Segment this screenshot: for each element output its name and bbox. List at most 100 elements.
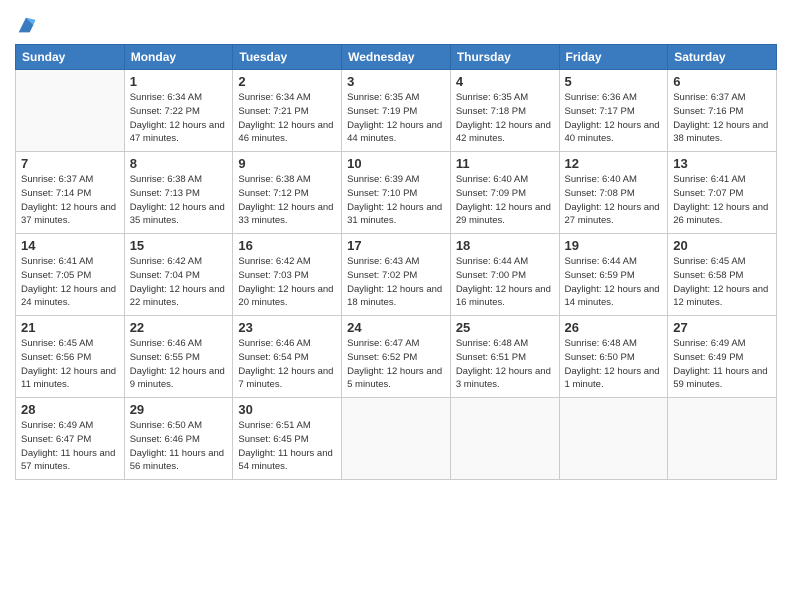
day-cell: 22 Sunrise: 6:46 AMSunset: 6:55 PMDayligh… (124, 316, 233, 398)
day-info: Sunrise: 6:36 AMSunset: 7:17 PMDaylight:… (565, 91, 663, 146)
day-info: Sunrise: 6:46 AMSunset: 6:55 PMDaylight:… (130, 337, 228, 392)
day-info: Sunrise: 6:45 AMSunset: 6:56 PMDaylight:… (21, 337, 119, 392)
day-info: Sunrise: 6:45 AMSunset: 6:58 PMDaylight:… (673, 255, 771, 310)
column-header-friday: Friday (559, 45, 668, 70)
day-info: Sunrise: 6:39 AMSunset: 7:10 PMDaylight:… (347, 173, 445, 228)
day-number: 10 (347, 156, 445, 171)
day-cell (559, 398, 668, 480)
day-cell: 1 Sunrise: 6:34 AMSunset: 7:22 PMDaylight… (124, 70, 233, 152)
day-number: 11 (456, 156, 554, 171)
day-cell (342, 398, 451, 480)
day-number: 21 (21, 320, 119, 335)
day-cell: 17Sunrise: 6:43 AMSunset: 7:02 PMDayligh… (342, 234, 451, 316)
day-cell: 30 Sunrise: 6:51 AMSunset: 6:45 PMDayligh… (233, 398, 342, 480)
day-number: 1 (130, 74, 228, 89)
day-number: 30 (238, 402, 336, 417)
day-cell: 13 Sunrise: 6:41 AMSunset: 7:07 PMDayligh… (668, 152, 777, 234)
calendar: SundayMondayTuesdayWednesdayThursdayFrid… (15, 44, 777, 480)
day-cell: 2 Sunrise: 6:34 AMSunset: 7:21 PMDaylight… (233, 70, 342, 152)
day-info: Sunrise: 6:51 AMSunset: 6:45 PMDaylight:… (238, 419, 336, 474)
day-cell: 19Sunrise: 6:44 AMSunset: 6:59 PMDayligh… (559, 234, 668, 316)
day-info: Sunrise: 6:38 AMSunset: 7:13 PMDaylight:… (130, 173, 228, 228)
day-info: Sunrise: 6:37 AMSunset: 7:14 PMDaylight:… (21, 173, 119, 228)
day-cell: 3 Sunrise: 6:35 AMSunset: 7:19 PMDaylight… (342, 70, 451, 152)
day-info: Sunrise: 6:46 AMSunset: 6:54 PMDaylight:… (238, 337, 336, 392)
day-number: 9 (238, 156, 336, 171)
day-cell: 16 Sunrise: 6:42 AMSunset: 7:03 PMDayligh… (233, 234, 342, 316)
day-number: 23 (238, 320, 336, 335)
week-row-3: 21 Sunrise: 6:45 AMSunset: 6:56 PMDayligh… (16, 316, 777, 398)
day-number: 13 (673, 156, 771, 171)
day-number: 27 (673, 320, 771, 335)
day-cell: 4 Sunrise: 6:35 AMSunset: 7:18 PMDaylight… (450, 70, 559, 152)
header (15, 10, 777, 36)
day-cell: 8 Sunrise: 6:38 AMSunset: 7:13 PMDaylight… (124, 152, 233, 234)
day-number: 5 (565, 74, 663, 89)
day-info: Sunrise: 6:41 AMSunset: 7:05 PMDaylight:… (21, 255, 119, 310)
column-header-thursday: Thursday (450, 45, 559, 70)
day-info: Sunrise: 6:48 AMSunset: 6:50 PMDaylight:… (565, 337, 663, 392)
day-cell: 26Sunrise: 6:48 AMSunset: 6:50 PMDayligh… (559, 316, 668, 398)
day-number: 29 (130, 402, 228, 417)
day-info: Sunrise: 6:35 AMSunset: 7:19 PMDaylight:… (347, 91, 445, 146)
day-cell: 11Sunrise: 6:40 AMSunset: 7:09 PMDayligh… (450, 152, 559, 234)
day-cell: 12 Sunrise: 6:40 AMSunset: 7:08 PMDayligh… (559, 152, 668, 234)
week-row-4: 28Sunrise: 6:49 AMSunset: 6:47 PMDayligh… (16, 398, 777, 480)
logo-icon (15, 14, 37, 36)
day-cell: 14Sunrise: 6:41 AMSunset: 7:05 PMDayligh… (16, 234, 125, 316)
day-cell: 10 Sunrise: 6:39 AMSunset: 7:10 PMDayligh… (342, 152, 451, 234)
day-cell: 27Sunrise: 6:49 AMSunset: 6:49 PMDayligh… (668, 316, 777, 398)
day-info: Sunrise: 6:40 AMSunset: 7:08 PMDaylight:… (565, 173, 663, 228)
day-info: Sunrise: 6:49 AMSunset: 6:47 PMDaylight:… (21, 419, 119, 474)
day-number: 2 (238, 74, 336, 89)
day-info: Sunrise: 6:47 AMSunset: 6:52 PMDaylight:… (347, 337, 445, 392)
week-row-2: 14Sunrise: 6:41 AMSunset: 7:05 PMDayligh… (16, 234, 777, 316)
day-number: 12 (565, 156, 663, 171)
day-number: 15 (130, 238, 228, 253)
page: SundayMondayTuesdayWednesdayThursdayFrid… (0, 0, 792, 612)
day-cell: 15 Sunrise: 6:42 AMSunset: 7:04 PMDayligh… (124, 234, 233, 316)
day-info: Sunrise: 6:44 AMSunset: 6:59 PMDaylight:… (565, 255, 663, 310)
day-cell: 24Sunrise: 6:47 AMSunset: 6:52 PMDayligh… (342, 316, 451, 398)
day-number: 17 (347, 238, 445, 253)
day-info: Sunrise: 6:44 AMSunset: 7:00 PMDaylight:… (456, 255, 554, 310)
day-cell: 6Sunrise: 6:37 AMSunset: 7:16 PMDaylight… (668, 70, 777, 152)
day-cell (16, 70, 125, 152)
day-number: 4 (456, 74, 554, 89)
day-info: Sunrise: 6:42 AMSunset: 7:03 PMDaylight:… (238, 255, 336, 310)
week-row-1: 7 Sunrise: 6:37 AMSunset: 7:14 PMDaylight… (16, 152, 777, 234)
day-cell (668, 398, 777, 480)
day-number: 8 (130, 156, 228, 171)
day-info: Sunrise: 6:35 AMSunset: 7:18 PMDaylight:… (456, 91, 554, 146)
day-number: 22 (130, 320, 228, 335)
day-cell: 21 Sunrise: 6:45 AMSunset: 6:56 PMDayligh… (16, 316, 125, 398)
column-header-sunday: Sunday (16, 45, 125, 70)
header-row: SundayMondayTuesdayWednesdayThursdayFrid… (16, 45, 777, 70)
day-cell: 28Sunrise: 6:49 AMSunset: 6:47 PMDayligh… (16, 398, 125, 480)
day-number: 16 (238, 238, 336, 253)
day-cell: 25 Sunrise: 6:48 AMSunset: 6:51 PMDayligh… (450, 316, 559, 398)
day-info: Sunrise: 6:38 AMSunset: 7:12 PMDaylight:… (238, 173, 336, 228)
day-number: 3 (347, 74, 445, 89)
day-cell: 20 Sunrise: 6:45 AMSunset: 6:58 PMDayligh… (668, 234, 777, 316)
day-number: 25 (456, 320, 554, 335)
day-info: Sunrise: 6:34 AMSunset: 7:21 PMDaylight:… (238, 91, 336, 146)
day-number: 7 (21, 156, 119, 171)
day-cell: 9 Sunrise: 6:38 AMSunset: 7:12 PMDaylight… (233, 152, 342, 234)
day-info: Sunrise: 6:34 AMSunset: 7:22 PMDaylight:… (130, 91, 228, 146)
day-cell: 18Sunrise: 6:44 AMSunset: 7:00 PMDayligh… (450, 234, 559, 316)
day-info: Sunrise: 6:41 AMSunset: 7:07 PMDaylight:… (673, 173, 771, 228)
day-number: 20 (673, 238, 771, 253)
day-cell: 29 Sunrise: 6:50 AMSunset: 6:46 PMDayligh… (124, 398, 233, 480)
day-info: Sunrise: 6:50 AMSunset: 6:46 PMDaylight:… (130, 419, 228, 474)
calendar-body: 1 Sunrise: 6:34 AMSunset: 7:22 PMDaylight… (16, 70, 777, 480)
day-cell: 5 Sunrise: 6:36 AMSunset: 7:17 PMDaylight… (559, 70, 668, 152)
calendar-header: SundayMondayTuesdayWednesdayThursdayFrid… (16, 45, 777, 70)
day-info: Sunrise: 6:42 AMSunset: 7:04 PMDaylight:… (130, 255, 228, 310)
logo (15, 14, 40, 36)
day-cell: 23 Sunrise: 6:46 AMSunset: 6:54 PMDayligh… (233, 316, 342, 398)
week-row-0: 1 Sunrise: 6:34 AMSunset: 7:22 PMDaylight… (16, 70, 777, 152)
day-info: Sunrise: 6:48 AMSunset: 6:51 PMDaylight:… (456, 337, 554, 392)
column-header-tuesday: Tuesday (233, 45, 342, 70)
day-cell (450, 398, 559, 480)
